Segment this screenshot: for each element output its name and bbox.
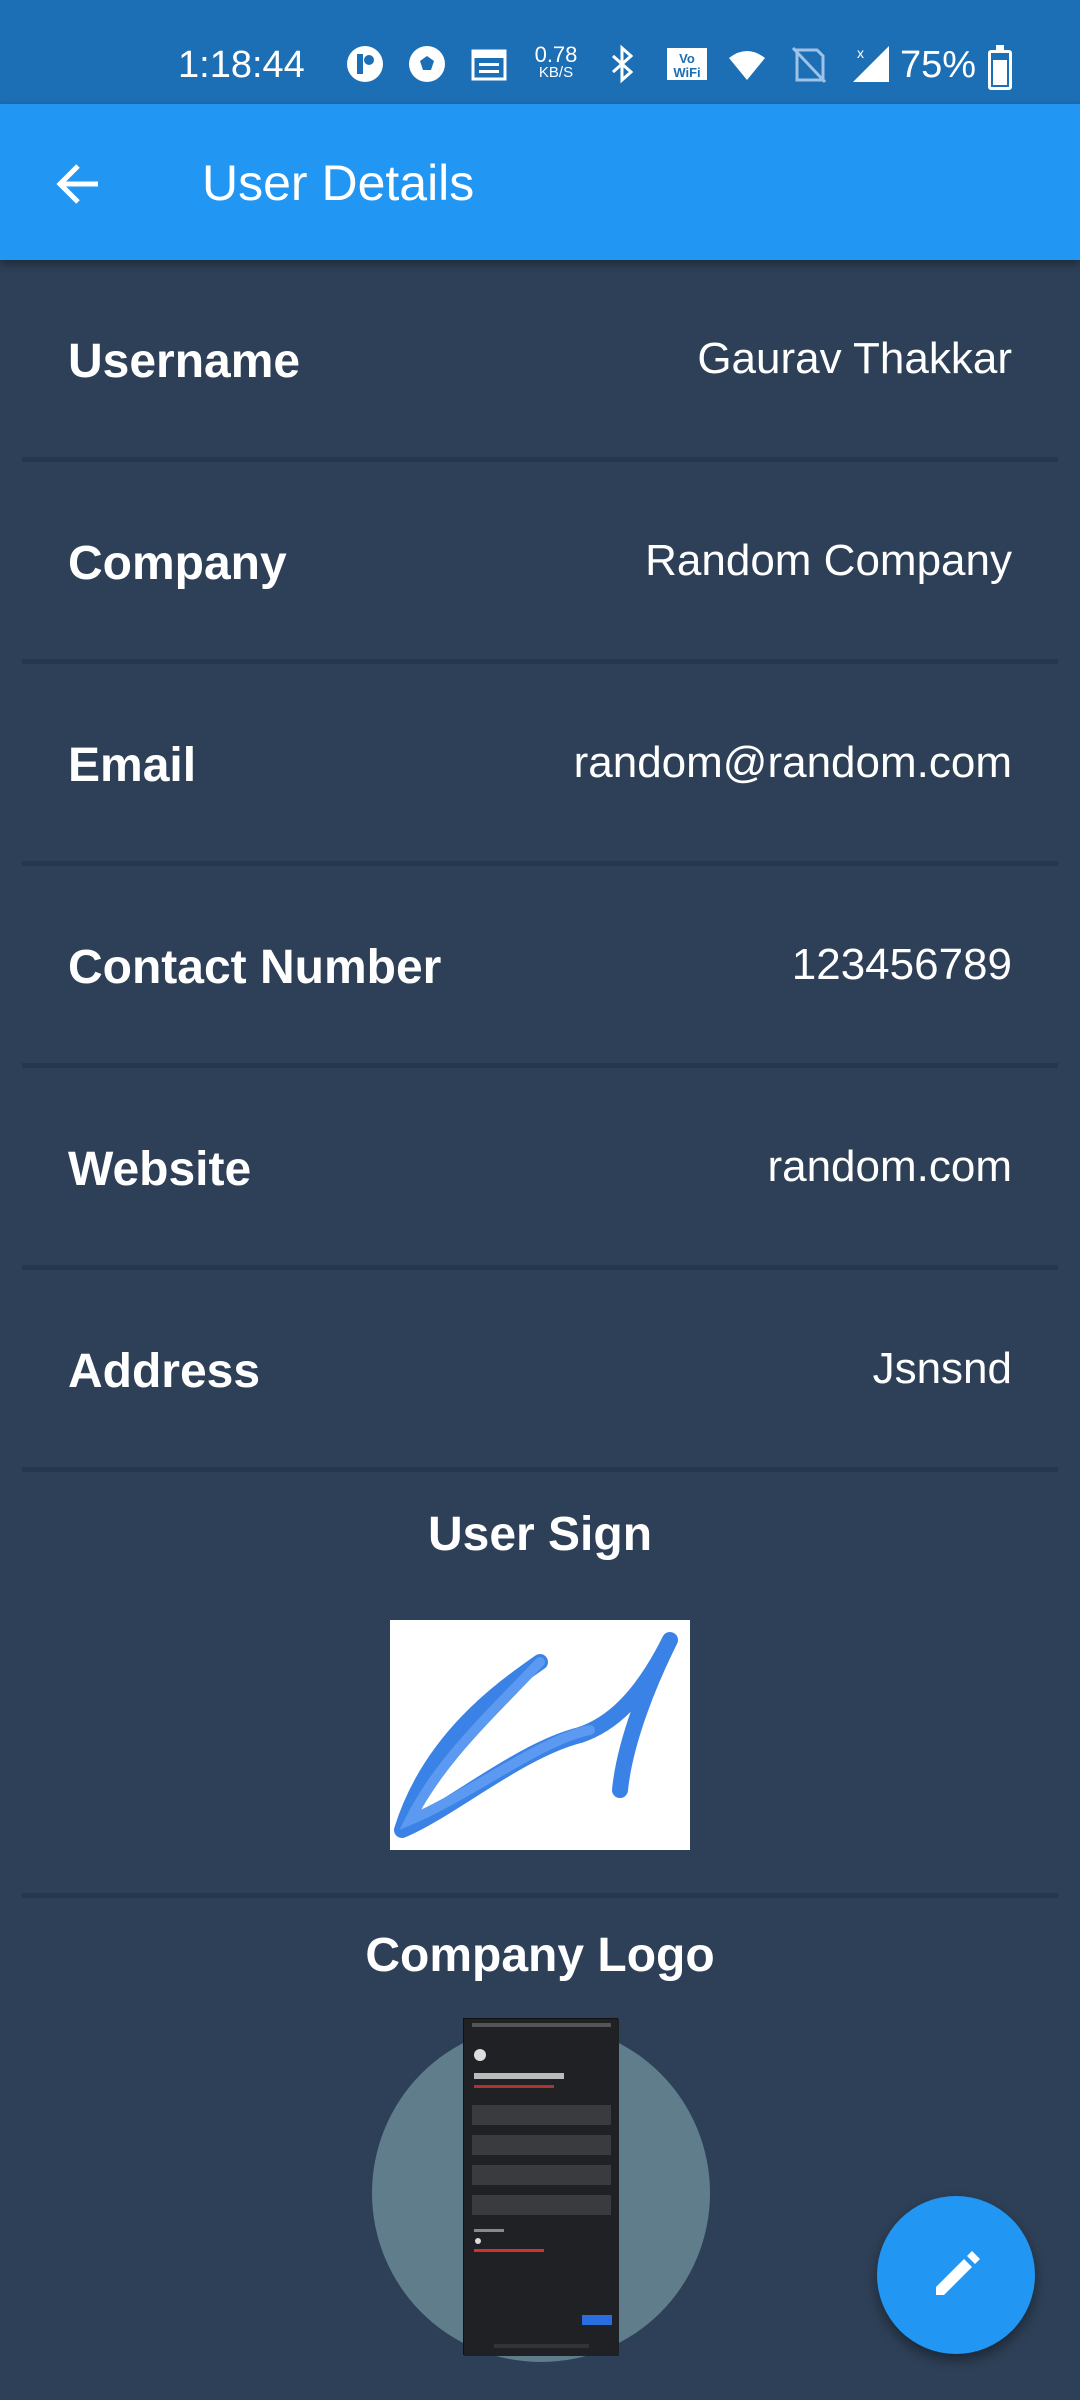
details-list: Username Gaurav Thakkar Company Random C…	[0, 260, 1080, 1472]
detail-value: 123456789	[791, 940, 1012, 989]
edit-pencil-icon	[936, 2251, 980, 2295]
detail-value: Gaurav Thakkar	[697, 334, 1012, 383]
edit-fab-button[interactable]	[877, 2196, 1035, 2354]
detail-row-address: Address Jsnsnd	[22, 1270, 1058, 1472]
detail-row-username: Username Gaurav Thakkar	[22, 260, 1058, 462]
status-bar: 1:18:44 0.78 KB/S Vo WiFi x 75%	[0, 0, 1080, 104]
detail-label: Email	[68, 739, 197, 792]
detail-row-company: Company Random Company	[22, 462, 1058, 664]
detail-value: Random Company	[645, 536, 1012, 585]
no-sim-icon	[789, 44, 829, 84]
company-logo-title: Company Logo	[365, 1929, 715, 1982]
user-sign-section: User Sign	[22, 1475, 1058, 1898]
battery-percent: 75%	[900, 44, 977, 86]
wifi-icon	[727, 44, 767, 84]
detail-row-contact-number: Contact Number 123456789	[22, 866, 1058, 1068]
battery-charging-icon	[988, 45, 1012, 90]
net-speed: 0.78 KB/S	[534, 42, 578, 82]
bluetooth-icon	[603, 44, 643, 84]
svg-text:x: x	[857, 45, 864, 61]
back-button[interactable]	[40, 146, 116, 222]
company-logo-image	[463, 2018, 619, 2356]
detail-value: random.com	[767, 1142, 1012, 1191]
status-time: 1:18:44	[178, 44, 305, 86]
vowifi-icon: Vo WiFi	[665, 44, 707, 84]
svg-text:Vo: Vo	[679, 51, 695, 66]
football-icon	[407, 44, 447, 84]
detail-row-website: Website random.com	[22, 1068, 1058, 1270]
signal-icon: x	[851, 44, 891, 84]
user-sign-title: User Sign	[427, 1508, 653, 1561]
detail-label: Username	[68, 335, 301, 388]
detail-value: Jsnsnd	[872, 1344, 1012, 1393]
detail-label: Contact Number	[68, 941, 442, 994]
app-icon	[345, 44, 385, 84]
detail-label: Website	[68, 1143, 252, 1196]
detail-label: Company	[68, 537, 287, 590]
detail-label: Address	[68, 1345, 261, 1398]
signature-image	[390, 1620, 690, 1850]
app-bar: User Details	[0, 104, 1080, 260]
status-icons: 0.78 KB/S Vo WiFi x	[345, 44, 891, 84]
calendar-icon	[469, 44, 509, 84]
arrow-back-icon	[56, 164, 98, 204]
page-title: User Details	[202, 155, 475, 211]
detail-value: random@random.com	[573, 738, 1012, 787]
svg-text:WiFi: WiFi	[673, 65, 700, 80]
detail-row-email: Email random@random.com	[22, 664, 1058, 866]
